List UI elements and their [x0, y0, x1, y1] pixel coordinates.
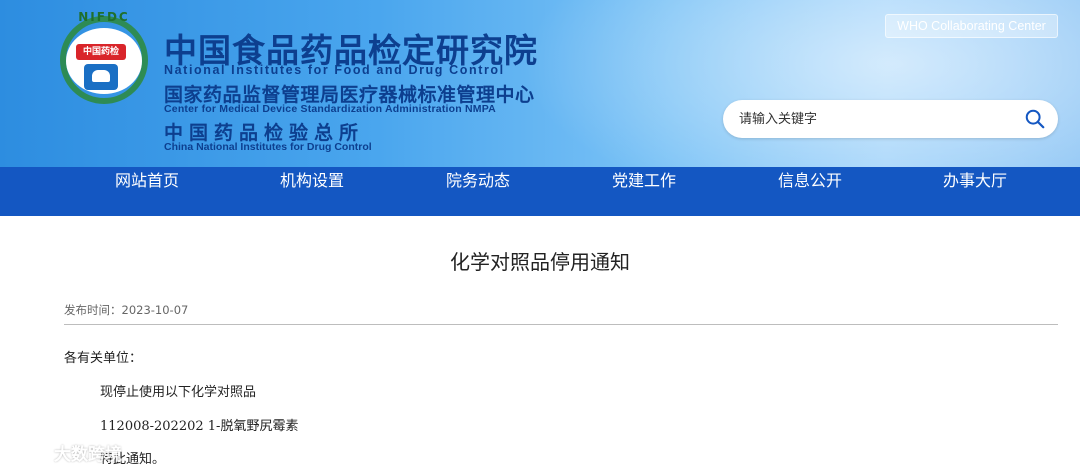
search-box [723, 100, 1058, 138]
org-title-en: National Institutes for Food and Drug Co… [164, 63, 505, 77]
site-logo[interactable]: 中国药检 [66, 28, 142, 94]
nav-item-services[interactable]: 办事大厅 [920, 167, 1030, 216]
nav-item-organization[interactable]: 机构设置 [257, 167, 367, 216]
org-subtitle-1-en: Center for Medical Device Standardizatio… [164, 103, 496, 115]
nav-item-news[interactable]: 院务动态 [423, 167, 533, 216]
publish-meta: 发布时间：2023-10-07 [64, 302, 188, 318]
watermark-logo-icon [9, 444, 44, 460]
watermark-text: 大数跨境 [54, 444, 122, 465]
article-title: 化学对照品停用通知 [450, 250, 630, 274]
article-salutation: 各有关单位： [64, 351, 143, 366]
publish-date: 2023-10-07 [121, 303, 189, 317]
publish-label: 发布时间： [64, 303, 122, 317]
divider [64, 324, 1058, 325]
search-input[interactable] [739, 100, 1009, 138]
logo-ring-text: NIFDC [78, 10, 130, 24]
article-line: 现停止使用以下化学对照品 [100, 385, 257, 400]
nav-item-home[interactable]: 网站首页 [92, 167, 202, 216]
logo-emblem-icon [84, 64, 118, 90]
org-subtitle-2-en: China National Institutes for Drug Contr… [164, 141, 372, 153]
who-collaborating-badge[interactable]: WHO Collaborating Center [885, 14, 1058, 38]
nav-item-party-building[interactable]: 党建工作 [589, 167, 699, 216]
search-icon[interactable] [1024, 108, 1046, 130]
article-line: 112008-202202 1-脱氧野尻霉素 [100, 419, 299, 434]
nav-item-information[interactable]: 信息公开 [755, 167, 865, 216]
logo-seal-text: 中国药检 [76, 44, 126, 60]
watermark: 大数跨境 [8, 437, 122, 467]
header-banner: NIFDC 中国药检 中国食品药品检定研究院 National Institut… [0, 0, 1080, 167]
main-nav: 网站首页 机构设置 院务动态 党建工作 信息公开 办事大厅 [0, 167, 1080, 216]
